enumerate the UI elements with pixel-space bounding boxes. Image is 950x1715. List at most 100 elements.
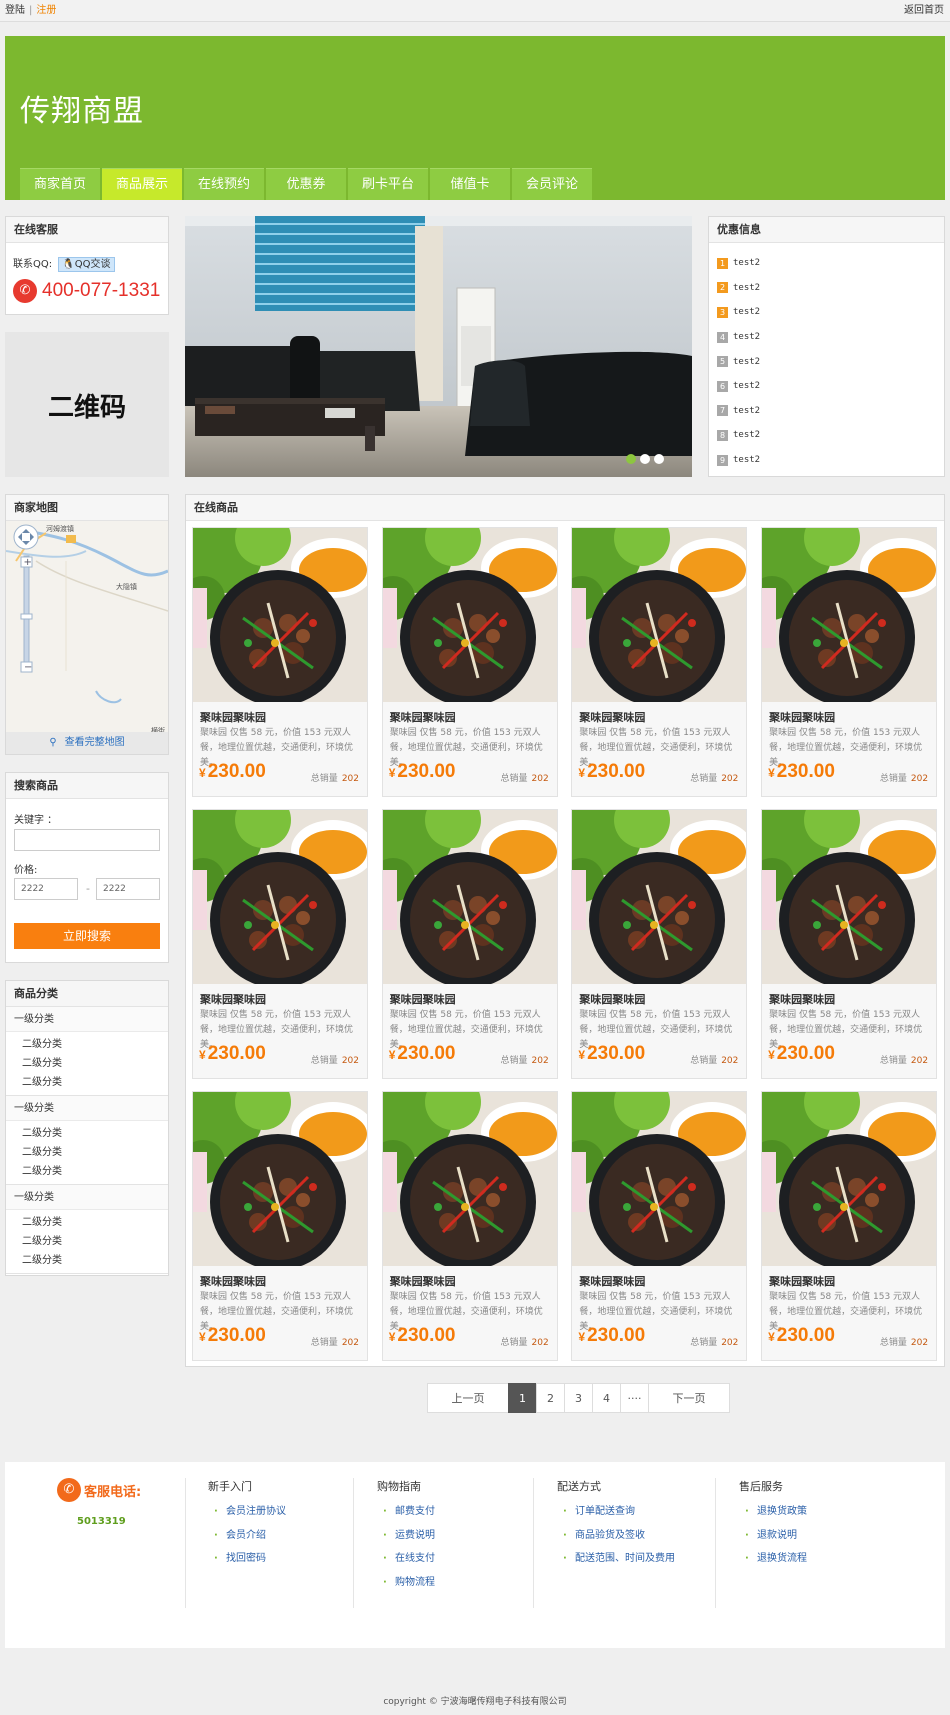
product-card[interactable]: 聚味园聚味园 聚味园 仅售 58 元，价值 153 元双人餐，地理位置优越，交通便… [381, 809, 558, 1079]
product-image[interactable] [762, 810, 937, 984]
footer-link[interactable]: 运费说明 [383, 1524, 435, 1548]
footer-link[interactable]: 商品验货及签收 [563, 1524, 675, 1548]
product-card[interactable]: 聚味园聚味园 聚味园 仅售 58 元，价值 153 元双人餐，地理位置优越，交通便… [571, 809, 748, 1079]
nav-item-1[interactable]: 商家首页 [20, 168, 100, 200]
product-card[interactable]: 聚味园聚味园 聚味园 仅售 58 元，价值 153 元双人餐，地理位置优越，交通便… [192, 527, 368, 797]
footer-link[interactable]: 退换货政策 [745, 1500, 807, 1524]
product-card[interactable]: 聚味园聚味园 聚味园 仅售 58 元，价值 153 元双人餐，地理位置优越，交通便… [381, 1091, 558, 1361]
promo-item[interactable]: 2 test2 [717, 276, 944, 301]
category-level2[interactable]: 二级分类 [6, 1124, 168, 1143]
view-full-map-link[interactable]: ⚲ 查看完整地图 [6, 732, 168, 754]
category-level2[interactable]: 二级分类 [6, 1213, 168, 1232]
footer-link[interactable]: 找回密码 [214, 1547, 286, 1571]
category-level2[interactable]: 二级分类 [6, 1054, 168, 1073]
online-service-box: 在线客服 联系QQ: 🐧QQ交谈 ✆ 400-077-1331 [5, 216, 169, 315]
product-card[interactable]: 聚味园聚味园 聚味园 仅售 58 元，价值 153 元双人餐，地理位置优越，交通便… [761, 809, 938, 1079]
product-name[interactable]: 聚味园聚味园 [769, 1273, 835, 1289]
page-4[interactable]: 4 [592, 1383, 621, 1413]
footer-link[interactable]: 邮费支付 [383, 1500, 435, 1524]
footer-link[interactable]: 购物流程 [383, 1571, 435, 1595]
slider-dot-3[interactable] [654, 454, 664, 464]
register-link[interactable]: 注册 [36, 5, 56, 16]
product-card[interactable]: 聚味园聚味园 聚味园 仅售 58 元，价值 153 元双人餐，地理位置优越，交通便… [381, 527, 558, 797]
product-name[interactable]: 聚味园聚味园 [200, 1273, 266, 1289]
promo-item[interactable]: 6 test2 [717, 374, 944, 399]
category-level2[interactable]: 二级分类 [6, 1035, 168, 1054]
category-level2[interactable]: 二级分类 [6, 1251, 168, 1270]
keyword-input[interactable] [14, 829, 160, 851]
prev-page-button[interactable]: 上一页 [427, 1383, 509, 1413]
product-name[interactable]: 聚味园聚味园 [579, 1273, 645, 1289]
product-name[interactable]: 聚味园聚味园 [390, 709, 456, 725]
slider-dot-2[interactable] [640, 454, 650, 464]
currency-symbol: ¥ [388, 1048, 396, 1062]
site-title[interactable]: 传翔商盟 [20, 86, 144, 130]
category-level2[interactable]: 二级分类 [6, 1232, 168, 1251]
product-image[interactable] [382, 528, 557, 702]
product-image[interactable] [762, 1092, 937, 1266]
footer-link[interactable]: 在线支付 [383, 1547, 435, 1571]
footer-link[interactable]: 配送范围、时间及费用 [563, 1547, 675, 1571]
product-card[interactable]: 聚味园聚味园 聚味园 仅售 58 元，价值 153 元双人餐，地理位置优越，交通便… [571, 527, 748, 797]
slider-dot-1[interactable] [626, 454, 636, 464]
promo-item[interactable]: 1 test2 [717, 251, 944, 276]
product-image[interactable] [572, 810, 747, 984]
nav-item-3[interactable]: 在线预约 [184, 168, 264, 200]
product-card[interactable]: 聚味园聚味园 聚味园 仅售 58 元，价值 153 元双人餐，地理位置优越，交通便… [192, 809, 368, 1079]
category-level1[interactable]: 一级分类 [6, 1007, 168, 1032]
product-card[interactable]: 聚味园聚味园 聚味园 仅售 58 元，价值 153 元双人餐，地理位置优越，交通便… [761, 1091, 938, 1361]
category-level2[interactable]: 二级分类 [6, 1143, 168, 1162]
page-1[interactable]: 1 [508, 1383, 537, 1413]
qq-chat-button[interactable]: 🐧QQ交谈 [58, 257, 115, 272]
footer-link[interactable]: 订单配送查询 [563, 1500, 675, 1524]
nav-item-2[interactable]: 商品展示 [102, 168, 182, 200]
footer-link[interactable]: 会员介绍 [214, 1524, 286, 1548]
nav-item-4[interactable]: 优惠券 [266, 168, 346, 200]
promo-item[interactable]: 4 test2 [717, 325, 944, 350]
footer-link[interactable]: 退换货流程 [745, 1547, 807, 1571]
product-image[interactable] [382, 810, 557, 984]
category-level2[interactable]: 二级分类 [6, 1162, 168, 1181]
page-2[interactable]: 2 [536, 1383, 565, 1413]
product-name[interactable]: 聚味园聚味园 [579, 709, 645, 725]
promo-item[interactable]: 7 test2 [717, 399, 944, 424]
product-name[interactable]: 聚味园聚味园 [200, 991, 266, 1007]
product-name[interactable]: 聚味园聚味园 [390, 991, 456, 1007]
product-name[interactable]: 聚味园聚味园 [769, 991, 835, 1007]
category-level1[interactable]: 一级分类 [6, 1185, 168, 1210]
footer-link[interactable]: 退款说明 [745, 1524, 807, 1548]
nav-item-6[interactable]: 储值卡 [430, 168, 510, 200]
promo-item[interactable]: 9 test2 [717, 448, 944, 473]
product-image[interactable] [193, 810, 367, 984]
product-image[interactable] [193, 1092, 367, 1266]
product-name[interactable]: 聚味园聚味园 [390, 1273, 456, 1289]
product-card[interactable]: 聚味园聚味园 聚味园 仅售 58 元，价值 153 元双人餐，地理位置优越，交通便… [571, 1091, 748, 1361]
product-image[interactable] [572, 1092, 747, 1266]
banner-slider[interactable] [185, 216, 692, 477]
promo-item[interactable]: 8 test2 [717, 423, 944, 448]
price-max-input[interactable] [96, 878, 160, 900]
page-3[interactable]: 3 [564, 1383, 593, 1413]
product-card[interactable]: 聚味园聚味园 聚味园 仅售 58 元，价值 153 元双人餐，地理位置优越，交通便… [192, 1091, 368, 1361]
product-image[interactable] [382, 1092, 557, 1266]
promo-item[interactable]: 3 test2 [717, 300, 944, 325]
category-level2[interactable]: 二级分类 [6, 1073, 168, 1092]
product-name[interactable]: 聚味园聚味园 [579, 991, 645, 1007]
search-now-button[interactable]: 立即搜索 [14, 923, 160, 949]
home-link[interactable]: 返回首页 [904, 0, 944, 22]
product-card[interactable]: 聚味园聚味园 聚味园 仅售 58 元，价值 153 元双人餐，地理位置优越，交通便… [761, 527, 938, 797]
product-name[interactable]: 聚味园聚味园 [769, 709, 835, 725]
product-name[interactable]: 聚味园聚味园 [200, 709, 266, 725]
product-image[interactable] [572, 528, 747, 702]
login-link[interactable]: 登陆 [5, 5, 25, 16]
next-page-button[interactable]: 下一页 [648, 1383, 730, 1413]
nav-item-7[interactable]: 会员评论 [512, 168, 592, 200]
promo-item[interactable]: 5 test2 [717, 349, 944, 374]
category-level1[interactable]: 一级分类 [6, 1096, 168, 1121]
product-image[interactable] [762, 528, 937, 702]
price-min-input[interactable] [14, 878, 78, 900]
footer-link[interactable]: 会员注册协议 [214, 1500, 286, 1524]
product-image[interactable] [193, 528, 367, 702]
map-view[interactable]: + − 河姆渡镇 大隐镇 横街 [6, 521, 168, 739]
nav-item-5[interactable]: 刷卡平台 [348, 168, 428, 200]
